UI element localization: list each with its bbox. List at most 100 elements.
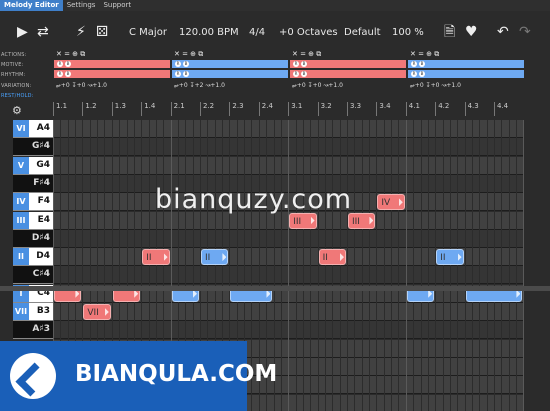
scale-degree: IV bbox=[13, 193, 29, 211]
heart-icon[interactable]: ♥ bbox=[465, 25, 478, 39]
motive-bar[interactable]: RB bbox=[290, 60, 406, 68]
rhythm-bar[interactable]: RB bbox=[54, 70, 170, 78]
note-degree-label: II bbox=[322, 253, 328, 264]
note-resize-handle[interactable] bbox=[104, 308, 109, 316]
rhythm-bar[interactable]: RB bbox=[290, 70, 406, 78]
piano-key[interactable]: IV F4 bbox=[13, 193, 53, 212]
grid-line bbox=[486, 120, 488, 411]
preset-select[interactable]: Default bbox=[344, 27, 381, 38]
note-resize-handle[interactable] bbox=[310, 216, 315, 225]
piano-key[interactable]: VII B3 bbox=[13, 303, 53, 321]
actions-label: ACTIONS: bbox=[1, 52, 27, 58]
note-block[interactable]: II bbox=[436, 249, 464, 266]
grid-line bbox=[354, 120, 356, 411]
ruler-tick bbox=[435, 102, 437, 116]
motif-block-3[interactable]: ✕ = ⊕ ⧉ RB RB ⥂+0 ↧+0 ↝+1.0 bbox=[290, 47, 406, 102]
note-resize-handle[interactable] bbox=[339, 253, 344, 262]
note-name: A4 bbox=[36, 123, 50, 133]
ruler-tick bbox=[111, 102, 113, 116]
tempo-field[interactable]: 120.00 BPM bbox=[179, 27, 239, 38]
block-actions[interactable]: ✕ = ⊕ ⧉ bbox=[174, 50, 203, 59]
octave-select[interactable]: +0 Octaves bbox=[279, 27, 338, 38]
grid-line bbox=[420, 120, 422, 411]
redo-icon[interactable]: ↷ bbox=[519, 25, 531, 39]
tab-support[interactable]: Support bbox=[99, 0, 135, 11]
ruler-label: 3.2 bbox=[320, 102, 332, 110]
play-icon[interactable]: ▶ bbox=[17, 25, 28, 39]
zoom-select[interactable]: 100 % bbox=[392, 27, 424, 38]
block-actions[interactable]: ✕ = ⊕ ⧉ bbox=[56, 50, 85, 59]
note-name: E4 bbox=[37, 214, 50, 225]
note-resize-handle[interactable] bbox=[222, 253, 227, 262]
motif-block-2[interactable]: ✕ = ⊕ ⧉ RB RB ⥂+0 ↧+2 ↝+1.0 bbox=[172, 47, 288, 102]
note-name: B3 bbox=[36, 306, 50, 316]
block-actions[interactable]: ✕ = ⊕ ⧉ bbox=[292, 50, 321, 59]
piano-key[interactable]: F♯4 bbox=[13, 174, 53, 193]
piano-key[interactable]: V G4 bbox=[13, 156, 53, 175]
note-resize-handle[interactable] bbox=[163, 253, 168, 262]
motif-block-4[interactable]: ✕ = ⊕ ⧉ RB RB ⥂+0 ↧+0 ↝+1.0 bbox=[408, 47, 524, 102]
ruler-tick bbox=[288, 102, 290, 116]
note-block[interactable]: II bbox=[318, 249, 346, 266]
undo-icon[interactable]: ↶ bbox=[497, 25, 509, 39]
key-select[interactable]: C Major bbox=[129, 27, 167, 38]
scale-degree: II bbox=[13, 248, 29, 266]
export-file-icon[interactable]: 🗎 bbox=[444, 25, 455, 39]
variation-values[interactable]: ⥂+0 ↧+0 ↝+1.0 bbox=[292, 82, 343, 90]
note-resize-handle[interactable] bbox=[457, 253, 462, 262]
grid-line bbox=[494, 120, 495, 411]
rhythm-bar[interactable]: RB bbox=[172, 70, 288, 78]
grid-line bbox=[471, 120, 473, 411]
motive-bar[interactable]: RB bbox=[408, 60, 524, 68]
ruler-label: 4.2 bbox=[438, 102, 450, 110]
loop-icon[interactable]: ⇄ bbox=[37, 25, 49, 39]
note-resize-handle[interactable] bbox=[398, 198, 403, 207]
scale-degree: V bbox=[13, 156, 29, 174]
grid-line bbox=[449, 120, 451, 411]
watermark-top: bianquzy.com bbox=[155, 184, 353, 215]
scale-degree: VII bbox=[13, 303, 29, 320]
ruler-tick bbox=[376, 102, 378, 116]
note-resize-handle[interactable] bbox=[369, 216, 374, 225]
piano-key[interactable]: D♯4 bbox=[13, 229, 53, 248]
piano-key[interactable]: II D4 bbox=[13, 248, 53, 267]
note-block[interactable]: II bbox=[201, 249, 229, 266]
gear-icon[interactable]: ⚙ bbox=[12, 104, 22, 117]
lightning-icon[interactable]: ⚡ bbox=[76, 25, 86, 39]
tab-settings[interactable]: Settings bbox=[63, 0, 100, 11]
grid-line bbox=[464, 120, 466, 411]
vertical-scroll-area bbox=[524, 120, 550, 411]
ruler-tick bbox=[82, 102, 84, 116]
note-block[interactable]: VII bbox=[83, 304, 111, 320]
piano-key[interactable]: A♯3 bbox=[13, 321, 53, 340]
variation-values[interactable]: ⥂+0 ↧+0 ↝+1.0 bbox=[56, 82, 107, 90]
grid-line bbox=[369, 120, 371, 411]
note-block[interactable]: II bbox=[142, 249, 170, 266]
tab-melody-editor[interactable]: Melody Editor bbox=[0, 0, 63, 11]
grid-line bbox=[339, 120, 341, 411]
grid-line bbox=[332, 120, 334, 411]
block-actions[interactable]: ✕ = ⊕ ⧉ bbox=[410, 50, 439, 59]
horizontal-scrollbar[interactable] bbox=[0, 286, 550, 291]
dice-icon[interactable]: ⚄ bbox=[96, 25, 108, 39]
timeline-ruler[interactable]: 1.1 1.2 1.3 1.4 2.1 2.2 2.3 2.4 3.1 3.2 3.3 3.4 4.1 4… bbox=[53, 102, 550, 118]
time-signature-select[interactable]: 4/4 bbox=[249, 27, 265, 38]
motif-panel: ACTIONS: MOTIVE: RHYTHM: VARIATION: REST… bbox=[0, 47, 550, 102]
rest-hold-label: REST/HOLD: bbox=[1, 93, 34, 99]
ruler-tick bbox=[464, 102, 466, 116]
note-block[interactable]: IV bbox=[377, 194, 405, 211]
motive-bar[interactable]: RB bbox=[172, 60, 288, 68]
note-degree-label: IV bbox=[381, 198, 391, 209]
ruler-label: 1.2 bbox=[85, 102, 97, 110]
ruler-label: 1.4 bbox=[144, 102, 156, 110]
variation-values[interactable]: ⥂+0 ↧+2 ↝+1.0 bbox=[174, 82, 225, 90]
grid-line bbox=[280, 120, 282, 411]
piano-key[interactable]: C♯4 bbox=[13, 266, 53, 285]
piano-key[interactable]: G♯4 bbox=[13, 138, 53, 157]
piano-key[interactable]: III E4 bbox=[13, 211, 53, 230]
rhythm-bar[interactable]: RB bbox=[408, 70, 524, 78]
piano-key[interactable]: VI A4 bbox=[13, 120, 53, 138]
motive-bar[interactable]: RB bbox=[54, 60, 170, 68]
variation-values[interactable]: ⥂+0 ↧+0 ↝+1.0 bbox=[410, 82, 461, 90]
motif-block-1[interactable]: ✕ = ⊕ ⧉ RB RB ⥂+0 ↧+0 ↝+1.0 bbox=[54, 47, 170, 102]
